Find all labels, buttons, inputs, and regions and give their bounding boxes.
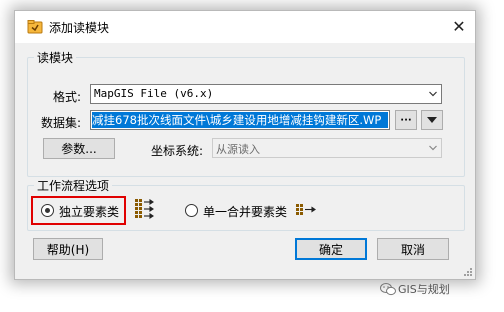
individual-feature-radio[interactable]: [41, 204, 54, 217]
window-title: 添加读模块: [49, 21, 110, 35]
coordsys-label: 坐标系统:: [151, 144, 204, 158]
single-merged-feature-label[interactable]: 单一合并要素类: [203, 203, 287, 220]
individual-feature-label[interactable]: 独立要素类: [59, 203, 119, 220]
cancel-button[interactable]: 取消: [377, 238, 449, 260]
dataset-label: 数据集:: [41, 116, 82, 130]
help-button[interactable]: 帮助(H): [33, 238, 103, 260]
watermark-text: GIS与规划: [398, 283, 450, 296]
close-button[interactable]: ✕: [445, 13, 473, 39]
coordsys-combo[interactable]: 从源读入: [212, 138, 442, 158]
workflow-group-legend: 工作流程选项: [37, 179, 110, 193]
browse-label: ···: [400, 114, 412, 126]
add-reader-dialog: 添加读模块 ✕ 读模块 格式: MapGIS File (v6.x) 数据集: …: [14, 10, 476, 280]
help-label: 帮助(H): [46, 242, 90, 257]
triangle-down-icon: [427, 117, 437, 123]
single-feature-type-icon: [296, 204, 316, 215]
parameters-label: 参数...: [61, 142, 97, 156]
chevron-down-icon: [429, 91, 437, 97]
title-bar[interactable]: 添加读模块 ✕: [15, 11, 475, 43]
ok-button[interactable]: 确定: [295, 238, 367, 260]
ok-label: 确定: [318, 242, 343, 257]
resize-grip-icon[interactable]: [462, 266, 472, 276]
chevron-down-icon: [429, 145, 437, 151]
format-label: 格式:: [53, 90, 82, 104]
dataset-dropdown-button[interactable]: [421, 110, 443, 130]
dataset-input[interactable]: 减挂678批次线面文件\城乡建设用地增减挂钩建新区.WP: [90, 110, 390, 130]
coordsys-value: 从源读入: [216, 143, 260, 156]
browse-button[interactable]: ···: [395, 110, 417, 130]
dataset-value: 减挂678批次线面文件\城乡建设用地增减挂钩建新区.WP: [92, 112, 388, 128]
format-value: MapGIS File (v6.x): [94, 87, 214, 100]
app-icon: [27, 20, 43, 34]
single-merged-feature-radio[interactable]: [185, 204, 198, 217]
cancel-label: 取消: [400, 242, 425, 257]
wechat-icon: [380, 283, 396, 296]
close-icon: ✕: [452, 16, 466, 36]
parameters-button[interactable]: 参数...: [43, 138, 115, 159]
format-combo[interactable]: MapGIS File (v6.x): [90, 84, 442, 104]
reader-group-legend: 读模块: [37, 51, 74, 65]
multiple-feature-types-icon: [135, 199, 154, 220]
